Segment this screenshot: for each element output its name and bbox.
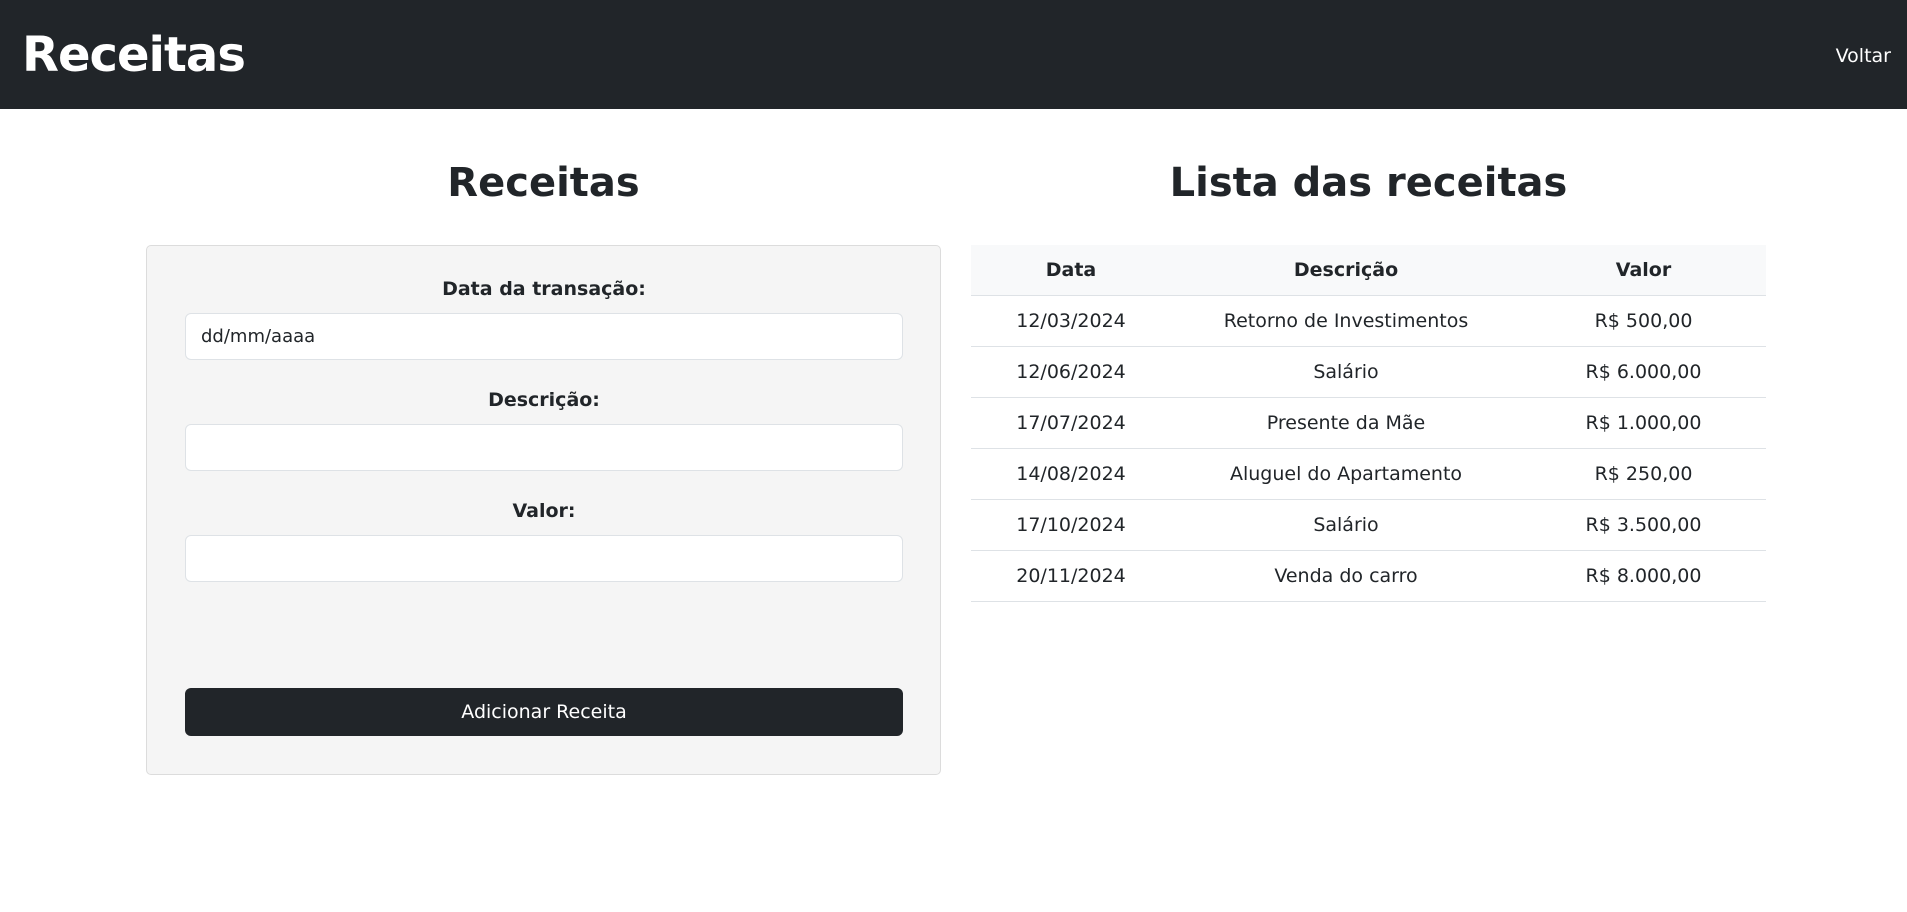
cell-value: R$ 1.000,00 [1521,397,1766,449]
cell-date: 17/07/2024 [971,397,1171,449]
cell-description: Salário [1171,346,1521,398]
navbar: Receitas Voltar [0,0,1907,109]
income-table: Data Descrição Valor 12/03/2024 Retorno … [971,245,1766,602]
cell-description: Retorno de Investimentos [1171,295,1521,347]
add-income-button[interactable]: Adicionar Receita [185,688,903,736]
income-form: Data da transação: Descrição: Valor: Adi… [146,245,941,775]
main-content: Receitas Data da transação: Descrição: V… [0,109,1907,912]
cell-value: R$ 6.000,00 [1521,346,1766,398]
column-header-description: Descrição [1171,245,1521,296]
table-row: 17/10/2024 Salário R$ 3.500,00 [971,499,1766,551]
table-row: 20/11/2024 Venda do carro R$ 8.000,00 [971,550,1766,602]
list-title: Lista das receitas [1169,160,1568,206]
column-header-value: Valor [1521,245,1766,296]
date-label: Data da transação: [442,278,646,300]
table-row: 14/08/2024 Aluguel do Apartamento R$ 250… [971,448,1766,500]
cell-date: 12/06/2024 [971,346,1171,398]
back-link[interactable]: Voltar [1836,45,1891,67]
description-group: Descrição: [185,389,903,471]
table-row: 12/06/2024 Salário R$ 6.000,00 [971,346,1766,398]
description-input[interactable] [185,423,903,471]
value-input[interactable] [185,534,903,582]
date-group: Data da transação: [185,278,903,360]
cell-date: 20/11/2024 [971,550,1171,602]
cell-description: Aluguel do Apartamento [1171,448,1521,500]
form-title: Receitas [447,160,640,206]
cell-description: Venda do carro [1171,550,1521,602]
column-header-date: Data [971,245,1171,296]
cell-description: Salário [1171,499,1521,551]
cell-description: Presente da Mãe [1171,397,1521,449]
description-label: Descrição: [488,389,600,411]
cell-date: 14/08/2024 [971,448,1171,500]
date-input[interactable] [185,312,903,360]
cell-value: R$ 8.000,00 [1521,550,1766,602]
value-group: Valor: [185,500,903,582]
cell-date: 12/03/2024 [971,295,1171,347]
value-label: Valor: [512,500,576,522]
cell-value: R$ 250,00 [1521,448,1766,500]
table-header-row: Data Descrição Valor [971,245,1766,296]
cell-value: R$ 500,00 [1521,295,1766,347]
cell-date: 17/10/2024 [971,499,1171,551]
table-row: 12/03/2024 Retorno de Investimentos R$ 5… [971,295,1766,347]
cell-value: R$ 3.500,00 [1521,499,1766,551]
table-row: 17/07/2024 Presente da Mãe R$ 1.000,00 [971,397,1766,449]
navbar-brand[interactable]: Receitas [22,27,246,83]
